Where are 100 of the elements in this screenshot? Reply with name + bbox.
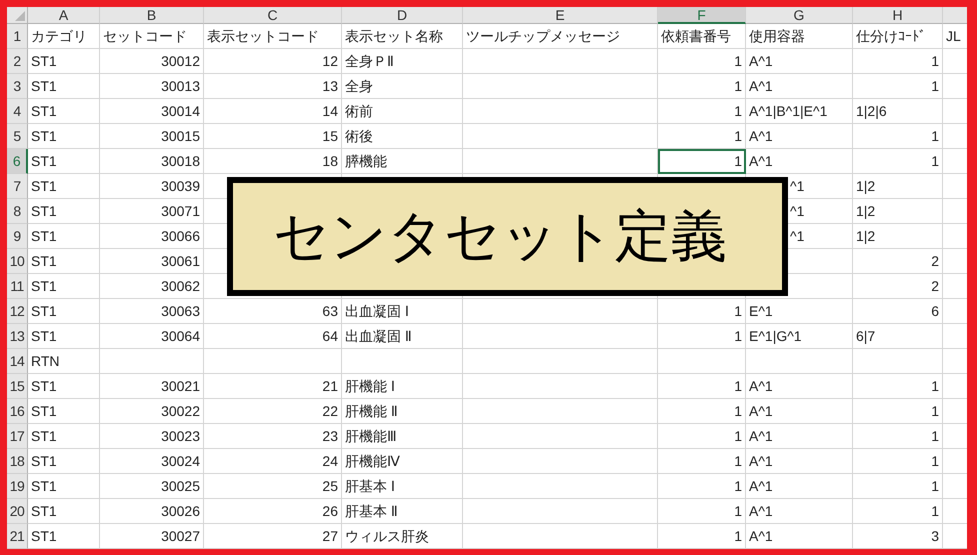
row-header[interactable]: 20: [7, 499, 28, 524]
table-cell: 23: [204, 424, 342, 449]
table-cell: ST1: [28, 124, 100, 149]
table-cell: 1: [658, 474, 746, 499]
table-cell: 肝機能 Ⅰ: [342, 374, 463, 399]
row-header[interactable]: 14: [7, 349, 28, 374]
table-cell: A^1: [746, 149, 853, 174]
table-cell: 1: [658, 399, 746, 424]
row-header[interactable]: 15: [7, 374, 28, 399]
table-cell: 25: [204, 474, 342, 499]
table-cell: 1: [658, 374, 746, 399]
column-header[interactable]: G: [746, 7, 853, 24]
row-header[interactable]: 2: [7, 49, 28, 74]
table-cell: 膵機能: [342, 149, 463, 174]
row-header[interactable]: 7: [7, 174, 28, 199]
table-cell: 30014: [100, 99, 204, 124]
table-cell: ST1: [28, 174, 100, 199]
table-cell: 肝機能Ⅳ: [342, 449, 463, 474]
table-cell: ST1: [28, 249, 100, 274]
table-cell: A^1: [746, 49, 853, 74]
table-cell: 18: [204, 149, 342, 174]
table-cell: 1: [853, 449, 943, 474]
table-cell: ST1: [28, 224, 100, 249]
column-header[interactable]: F: [658, 7, 746, 24]
table-cell: A^1: [746, 474, 853, 499]
table-cell: 肝機能 Ⅱ: [342, 399, 463, 424]
row-header[interactable]: 16: [7, 399, 28, 424]
table-cell: 30063: [100, 299, 204, 324]
table-cell: 15: [204, 124, 342, 149]
table-cell: 使用容器: [746, 24, 853, 49]
row-header[interactable]: 18: [7, 449, 28, 474]
column-header[interactable]: D: [342, 7, 463, 24]
column-header[interactable]: H: [853, 7, 943, 24]
row-header[interactable]: 13: [7, 324, 28, 349]
column-header[interactable]: B: [100, 7, 204, 24]
table-cell: 14: [204, 99, 342, 124]
table-cell: A^1: [746, 524, 853, 549]
table-cell: 24: [204, 449, 342, 474]
table-cell: 30066: [100, 224, 204, 249]
table-cell: 64: [204, 324, 342, 349]
table-cell: 1|2|6: [853, 99, 943, 124]
table-cell: A^1: [746, 399, 853, 424]
table-cell: A^1: [746, 449, 853, 474]
table-cell: 1|2: [853, 174, 943, 199]
table-cell: ツールチップメッセージ: [463, 24, 658, 49]
row-header[interactable]: 5: [7, 124, 28, 149]
table-cell: 表示セットコード: [204, 24, 342, 49]
table-cell: RTN: [28, 349, 100, 374]
row-header[interactable]: 3: [7, 74, 28, 99]
table-cell: 1: [658, 499, 746, 524]
row-header[interactable]: 21: [7, 524, 28, 549]
table-cell: 30026: [100, 499, 204, 524]
table-cell: E^1|G^1: [746, 324, 853, 349]
table-cell: 2: [853, 249, 943, 274]
table-cell: 全身: [342, 74, 463, 99]
row-header[interactable]: 6: [7, 149, 28, 174]
table-cell: 30024: [100, 449, 204, 474]
table-cell: 1: [658, 49, 746, 74]
table-cell: 21: [204, 374, 342, 399]
table-cell: A^1: [746, 74, 853, 99]
table-cell: ST1: [28, 149, 100, 174]
row-header[interactable]: 12: [7, 299, 28, 324]
table-cell: 1: [853, 124, 943, 149]
column-header[interactable]: C: [204, 7, 342, 24]
table-cell: 1: [853, 374, 943, 399]
select-all-icon: [15, 11, 25, 21]
table-cell: ST1: [28, 399, 100, 424]
table-cell: 1: [853, 74, 943, 99]
table-cell: 1: [658, 424, 746, 449]
table-cell: 1: [658, 524, 746, 549]
table-cell: 30062: [100, 274, 204, 299]
column-header[interactable]: E: [463, 7, 658, 24]
table-cell: 3: [853, 524, 943, 549]
table-cell: 表示セット名称: [342, 24, 463, 49]
row-header[interactable]: 11: [7, 274, 28, 299]
table-cell: ST1: [28, 474, 100, 499]
table-cell: 1: [658, 299, 746, 324]
banner-title: センタセット定義: [273, 202, 727, 270]
row-header[interactable]: 1: [7, 24, 28, 49]
table-cell: 27: [204, 524, 342, 549]
row-header[interactable]: 10: [7, 249, 28, 274]
select-all-button[interactable]: [7, 7, 28, 24]
table-cell: 22: [204, 399, 342, 424]
row-header[interactable]: 9: [7, 224, 28, 249]
table-cell: 1: [853, 49, 943, 74]
row-header[interactable]: 4: [7, 99, 28, 124]
table-cell: 12: [204, 49, 342, 74]
row-header[interactable]: 19: [7, 474, 28, 499]
row-header[interactable]: 8: [7, 199, 28, 224]
table-cell: 1: [658, 74, 746, 99]
table-cell: 30012: [100, 49, 204, 74]
column-header[interactable]: A: [28, 7, 100, 24]
table-cell: 13: [204, 74, 342, 99]
table-cell: 63: [204, 299, 342, 324]
table-cell: A^1: [746, 374, 853, 399]
table-cell: 30022: [100, 399, 204, 424]
table-cell: 30015: [100, 124, 204, 149]
table-cell: 肝基本 Ⅰ: [342, 474, 463, 499]
table-cell: ST1: [28, 199, 100, 224]
row-header[interactable]: 17: [7, 424, 28, 449]
